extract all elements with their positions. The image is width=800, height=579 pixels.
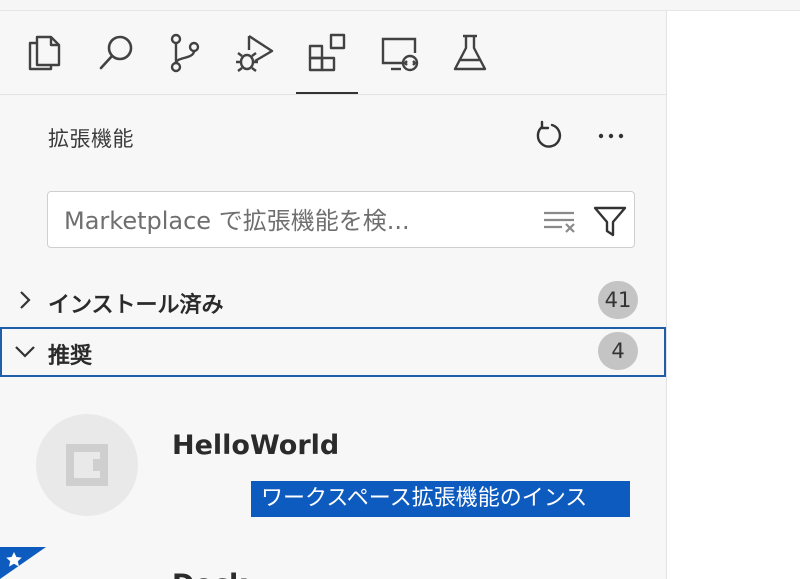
source-control-icon[interactable] — [158, 27, 212, 79]
search-icon[interactable] — [89, 27, 143, 79]
panel-title: 拡張機能 — [48, 127, 134, 151]
activity-bar — [0, 11, 666, 95]
recommended-section-header[interactable]: 推奨 4 — [0, 327, 666, 377]
installed-section-label: インストール済み — [48, 293, 224, 318]
editor-area — [667, 11, 800, 579]
extension-placeholder-icon — [66, 444, 108, 486]
recommended-star-icon — [0, 547, 46, 579]
extensions-sidebar: 拡張機能 インストール済み 41 推奨 4 — [0, 11, 667, 579]
recommended-section-label: 推奨 — [48, 344, 93, 369]
installed-count-badge: 41 — [598, 281, 638, 319]
extension-avatar — [36, 414, 138, 516]
extension-search-input[interactable] — [62, 200, 526, 242]
explorer-icon[interactable] — [17, 27, 71, 79]
remote-explorer-icon[interactable] — [372, 27, 426, 79]
recommended-count-badge: 4 — [598, 332, 638, 370]
extension-search-box — [47, 191, 635, 248]
more-icon[interactable] — [592, 117, 630, 155]
filter-icon[interactable] — [592, 204, 628, 238]
extension-name: HelloWorld — [172, 430, 340, 461]
window-top-strip — [0, 0, 800, 11]
chevron-down-icon — [15, 346, 35, 358]
extensions-icon[interactable] — [296, 27, 358, 94]
run-debug-icon[interactable] — [227, 27, 281, 79]
install-workspace-extension-button[interactable]: ワークスペース拡張機能のインス — [251, 481, 630, 517]
extension-list-item[interactable]: HelloWorld ワークスペース拡張機能のインス — [0, 406, 666, 536]
testing-icon[interactable] — [443, 27, 497, 79]
refresh-icon[interactable] — [530, 117, 568, 155]
chevron-right-icon — [20, 291, 31, 309]
clear-filter-icon[interactable] — [542, 206, 578, 236]
installed-section-header[interactable]: インストール済み 41 — [0, 276, 666, 326]
next-extension-name: Dock... — [172, 569, 278, 579]
